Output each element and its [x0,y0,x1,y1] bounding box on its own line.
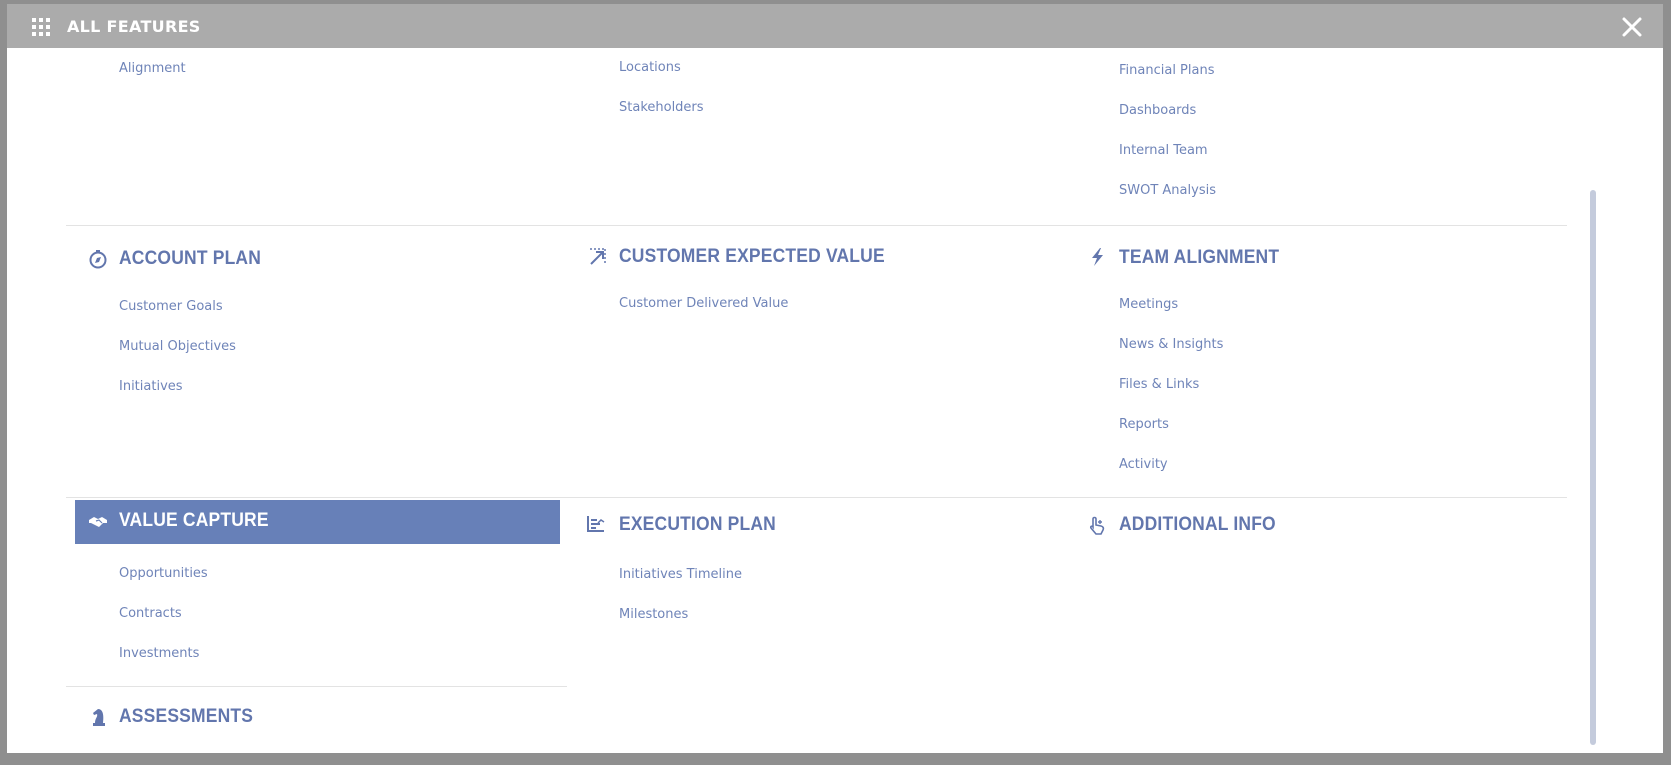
features-content: Alignment Locations Stakeholders Financi… [7,48,1587,753]
link-internal-team[interactable]: Internal Team [1119,143,1208,158]
backdrop-left-edge [0,120,4,134]
chess-knight-icon [89,707,109,727]
section-title-execution-plan[interactable]: EXECUTION PLAN [619,514,776,536]
link-contracts[interactable]: Contracts [119,606,182,621]
vertical-scrollbar[interactable] [1590,190,1596,745]
link-dashboards[interactable]: Dashboards [1119,103,1196,118]
value-capture-header-highlight[interactable]: VALUE CAPTURE [75,500,560,544]
link-customer-delivered-value[interactable]: Customer Delivered Value [619,296,788,311]
arrow-expand-icon [588,247,608,267]
modal-title: ALL FEATURES [67,17,201,36]
hand-pointer-icon [1088,516,1108,536]
all-features-modal: ALL FEATURES Alignment Locations Stakeho… [7,4,1663,753]
section-title-additional-info[interactable]: ADDITIONAL INFO [1119,514,1276,536]
link-financial-plans[interactable]: Financial Plans [1119,63,1215,78]
modal-header: ALL FEATURES [7,4,1663,48]
link-alignment[interactable]: Alignment [119,61,186,76]
compass-icon [88,249,108,269]
link-initiatives-timeline[interactable]: Initiatives Timeline [619,567,742,582]
chart-list-icon [586,514,606,534]
link-activity[interactable]: Activity [1119,457,1168,472]
row-divider-1 [66,225,1567,226]
link-investments[interactable]: Investments [119,646,199,661]
link-reports[interactable]: Reports [1119,417,1169,432]
section-title-value-capture[interactable]: VALUE CAPTURE [119,510,269,532]
link-mutual-objectives[interactable]: Mutual Objectives [119,339,236,354]
link-stakeholders[interactable]: Stakeholders [619,100,704,115]
section-title-customer-expected-value[interactable]: CUSTOMER EXPECTED VALUE [619,246,885,268]
section-title-assessments[interactable]: ASSESSMENTS [119,706,253,728]
link-news-insights[interactable]: News & Insights [1119,337,1223,352]
close-icon[interactable] [1621,16,1643,38]
link-opportunities[interactable]: Opportunities [119,566,208,581]
link-initiatives[interactable]: Initiatives [119,379,183,394]
link-swot-analysis[interactable]: SWOT Analysis [1119,183,1216,198]
section-title-team-alignment[interactable]: TEAM ALIGNMENT [1119,247,1279,269]
link-customer-goals[interactable]: Customer Goals [119,299,223,314]
section-title-account-plan[interactable]: ACCOUNT PLAN [119,248,261,270]
link-meetings[interactable]: Meetings [1119,297,1178,312]
lightning-icon [1088,247,1108,267]
grid-icon [32,18,50,36]
handshake-icon [88,512,108,532]
link-milestones[interactable]: Milestones [619,607,688,622]
row-divider-2 [66,497,1567,498]
row-divider-3 [66,686,567,687]
link-locations[interactable]: Locations [619,60,681,75]
link-files-links[interactable]: Files & Links [1119,377,1199,392]
